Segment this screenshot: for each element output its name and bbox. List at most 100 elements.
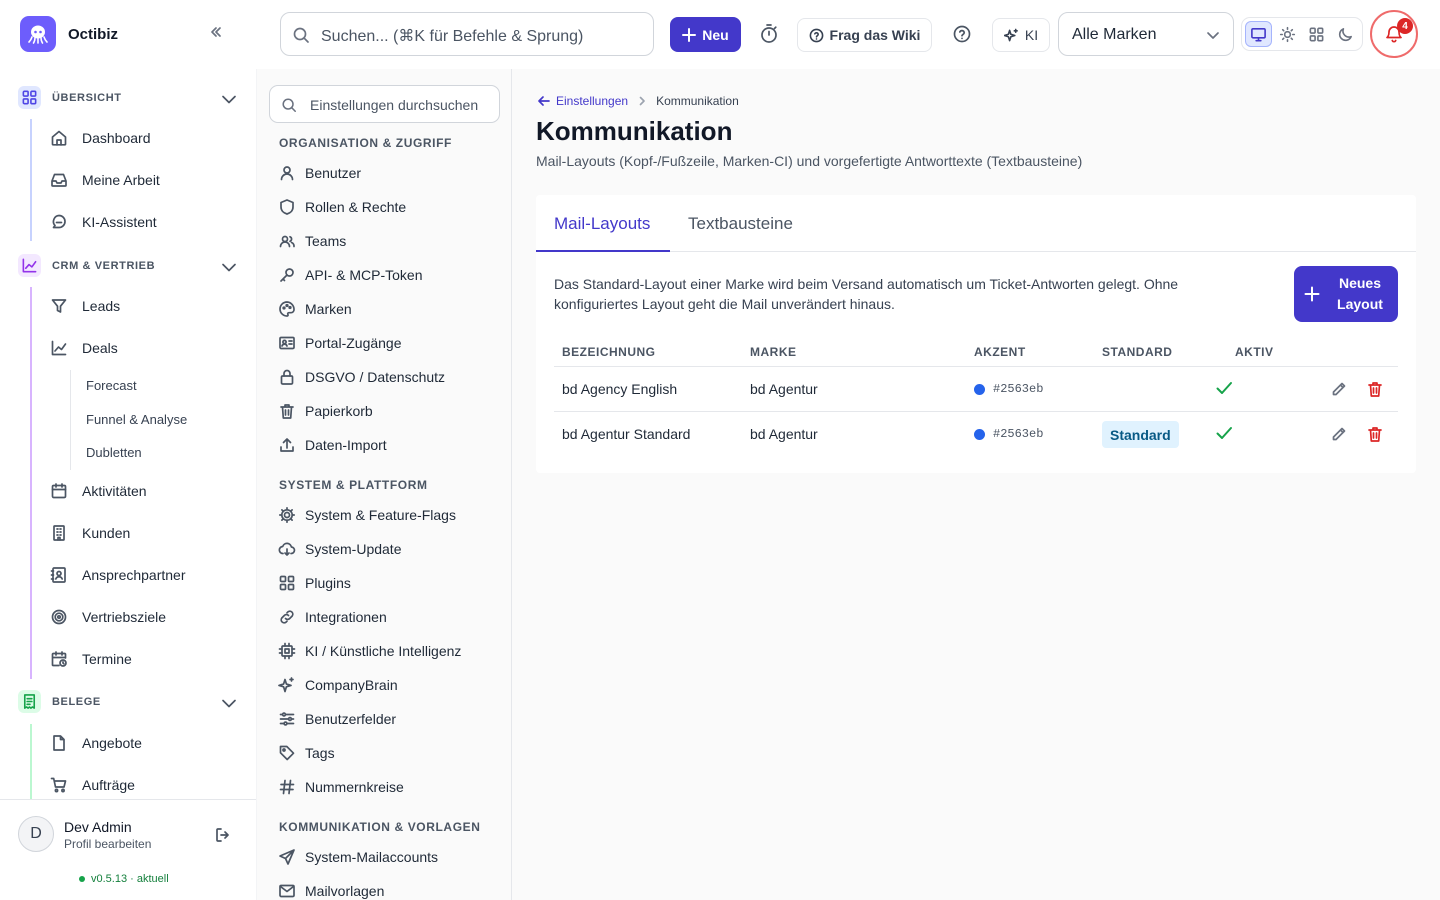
section-label: ÜBERSICHT	[52, 92, 122, 104]
settings-group-label: ORGANISATION & ZUGRIFF	[279, 136, 452, 150]
settings-item-daten-import[interactable]: Daten-Import	[278, 434, 387, 456]
table-row[interactable]: bd Agentur Standard bd Agentur #2563eb S…	[554, 412, 1398, 457]
settings-item-ki[interactable]: KI / Künstliche Intelligenz	[278, 640, 461, 662]
settings-item-dsgvo[interactable]: DSGVO / Datenschutz	[278, 366, 445, 388]
section-label: CRM & VERTRIEB	[52, 260, 156, 272]
section-uebersicht[interactable]: ÜBERSICHT	[18, 86, 240, 109]
new-layout-button[interactable]: Neues Layout	[1294, 266, 1398, 322]
column-header-standard[interactable]: STANDARD	[1102, 345, 1172, 359]
settings-item-label: Benutzerfelder	[305, 711, 397, 727]
section-crm-vertrieb[interactable]: CRM & VERTRIEB	[18, 254, 240, 277]
settings-item-portal-zugaenge[interactable]: Portal-Zugänge	[278, 332, 402, 354]
avatar[interactable]: D	[18, 816, 54, 852]
gear-icon	[278, 506, 296, 524]
moon-icon[interactable]	[1332, 21, 1359, 47]
settings-item-rollen-rechte[interactable]: Rollen & Rechte	[278, 196, 406, 218]
delete-trash-icon[interactable]	[1366, 425, 1384, 443]
breadcrumb: Einstellungen Kommunikation	[536, 93, 739, 109]
settings-item-benutzerfelder[interactable]: Benutzerfelder	[278, 708, 396, 730]
id-card-icon	[279, 336, 295, 350]
page-title: Kommunikation	[536, 116, 733, 146]
nav-item-vertriebsziele[interactable]: Vertriebsziele	[50, 605, 166, 629]
table-row[interactable]: bd Agency English bd Agentur #2563eb	[554, 367, 1398, 412]
column-header-akzent[interactable]: AKZENT	[974, 345, 1026, 359]
column-header-aktiv[interactable]: AKTIV	[1235, 345, 1274, 359]
chevron-down-icon	[222, 95, 236, 104]
nav-item-kunden[interactable]: Kunden	[50, 521, 130, 545]
settings-item-label: Rollen & Rechte	[305, 199, 407, 215]
nav-item-dashboard[interactable]: Dashboard	[50, 126, 151, 150]
new-button[interactable]: Neu	[670, 17, 741, 52]
collapse-sidebar-icon[interactable]	[208, 24, 230, 44]
settings-item-system-flags[interactable]: System & Feature-Flags	[278, 504, 456, 526]
logout-icon[interactable]	[214, 826, 232, 844]
brand-select[interactable]: Alle Marken	[1058, 12, 1234, 56]
settings-item-benutzer[interactable]: Benutzer	[278, 162, 361, 184]
breadcrumb-back-link[interactable]: Einstellungen	[536, 93, 628, 109]
settings-item-mailvorlagen[interactable]: Mailvorlagen	[278, 880, 384, 900]
edit-pencil-icon[interactable]	[1330, 380, 1348, 398]
settings-item-nummernkreise[interactable]: Nummernkreise	[278, 776, 404, 798]
settings-item-papierkorb[interactable]: Papierkorb	[278, 400, 373, 422]
help-icon[interactable]	[950, 22, 974, 46]
inbox-icon	[51, 173, 67, 187]
settings-item-marken[interactable]: Marken	[278, 298, 352, 320]
edit-pencil-icon[interactable]	[1330, 425, 1348, 443]
settings-item-label: Portal-Zugänge	[305, 335, 402, 351]
nav-item-auftraege[interactable]: Aufträge	[50, 773, 135, 797]
nav-item-meine-arbeit[interactable]: Meine Arbeit	[50, 168, 160, 192]
nav-subitem-dubletten[interactable]: Dubletten	[86, 445, 142, 460]
delete-trash-icon[interactable]	[1366, 380, 1384, 398]
octopus-logo-icon[interactable]	[20, 16, 56, 52]
chevron-down-icon	[1207, 32, 1219, 39]
tab-textbausteine[interactable]: Textbausteine	[688, 214, 793, 234]
edit-profile-link[interactable]: Profil bearbeiten	[64, 837, 151, 851]
nav-item-deals[interactable]: Deals	[50, 336, 118, 360]
nav-item-termine[interactable]: Termine	[50, 647, 132, 671]
main-content: Einstellungen Kommunikation Kommunikatio…	[512, 69, 1440, 900]
tab-mail-layouts[interactable]: Mail-Layouts	[554, 214, 650, 234]
settings-item-teams[interactable]: Teams	[278, 230, 346, 252]
ask-wiki-label: Frag das Wiki	[829, 27, 921, 43]
settings-item-plugins[interactable]: Plugins	[278, 572, 351, 594]
nav-item-leads[interactable]: Leads	[50, 294, 120, 318]
notifications-button[interactable]: 4	[1370, 10, 1418, 58]
global-search-placeholder: Suchen... (⌘K für Befehle & Sprung)	[321, 28, 584, 45]
global-search-input[interactable]: Suchen... (⌘K für Befehle & Sprung)	[280, 12, 654, 56]
settings-item-tags[interactable]: Tags	[278, 742, 335, 764]
column-header-marke[interactable]: MARKE	[750, 345, 797, 359]
nav-subitem-forecast[interactable]: Forecast	[86, 378, 137, 393]
settings-item-system-mailaccounts[interactable]: System-Mailaccounts	[278, 846, 438, 868]
settings-search-input[interactable]: Einstellungen durchsuchen	[269, 85, 500, 123]
layout-brand: bd Agentur	[750, 381, 818, 397]
new-button-label: Neu	[702, 26, 729, 43]
view-toggle-group	[1241, 17, 1363, 51]
nav-item-angebote[interactable]: Angebote	[50, 731, 142, 755]
breadcrumb-back-label: Einstellungen	[556, 94, 629, 108]
accent-hex: #2563eb	[993, 427, 1044, 441]
settings-item-label: System-Update	[305, 541, 402, 557]
question-circle-icon	[809, 28, 823, 42]
ki-button[interactable]: KI	[992, 18, 1050, 52]
desktop-view-icon[interactable]	[1245, 21, 1273, 47]
ask-wiki-button[interactable]: Frag das Wiki	[797, 18, 932, 52]
settings-item-api-token[interactable]: API- & MCP-Token	[278, 264, 422, 286]
standard-badge: Standard	[1102, 421, 1179, 448]
section-belege[interactable]: BELEGE	[18, 690, 240, 713]
nav-item-ki-assistent[interactable]: KI-Assistent	[50, 210, 157, 234]
settings-item-integrationen[interactable]: Integrationen	[278, 606, 387, 628]
timer-icon[interactable]	[757, 22, 781, 46]
column-header-bezeichnung[interactable]: BEZEICHNUNG	[562, 345, 656, 359]
nav-item-aktivitaeten[interactable]: Aktivitäten	[50, 479, 147, 503]
grid-icon[interactable]	[1303, 21, 1330, 47]
settings-item-companybrain[interactable]: CompanyBrain	[278, 674, 398, 696]
settings-item-system-update[interactable]: System-Update	[278, 538, 401, 560]
settings-item-label: Daten-Import	[305, 437, 387, 453]
nav-subitem-funnel-analyse[interactable]: Funnel & Analyse	[86, 412, 187, 427]
nav-item-label: KI-Assistent	[82, 214, 157, 230]
accent-swatch	[974, 383, 985, 395]
nav-item-ansprechpartner[interactable]: Ansprechpartner	[50, 563, 186, 587]
notification-count-badge: 4	[1397, 18, 1413, 34]
sun-icon[interactable]	[1274, 21, 1301, 47]
nav-item-label: Leads	[82, 298, 121, 314]
